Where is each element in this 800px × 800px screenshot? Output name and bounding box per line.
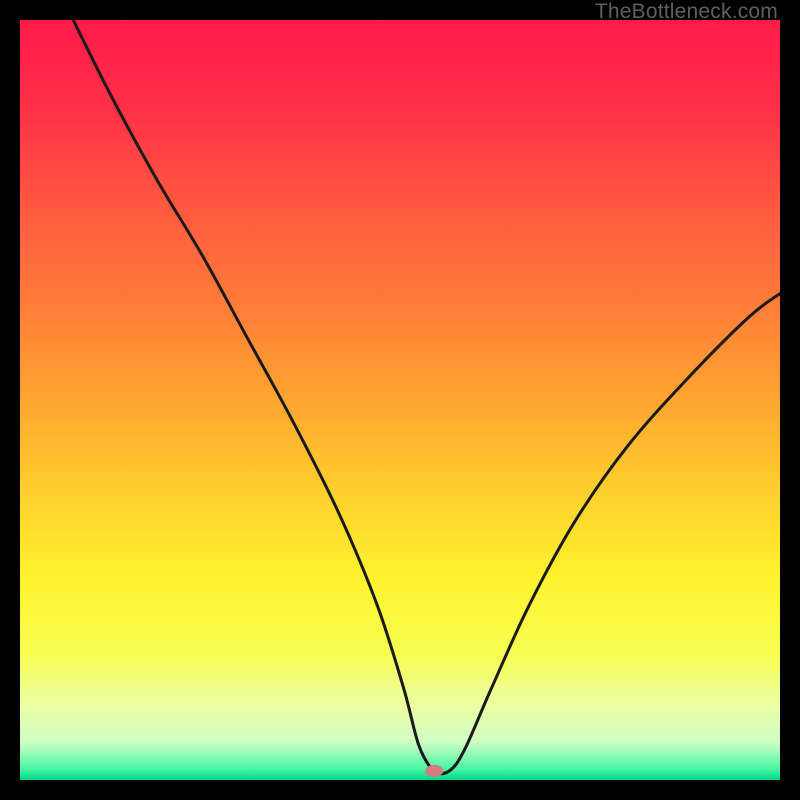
watermark-text: TheBottleneck.com (595, 0, 778, 24)
bottleneck-chart (20, 20, 780, 780)
optimal-marker-icon (425, 765, 443, 777)
